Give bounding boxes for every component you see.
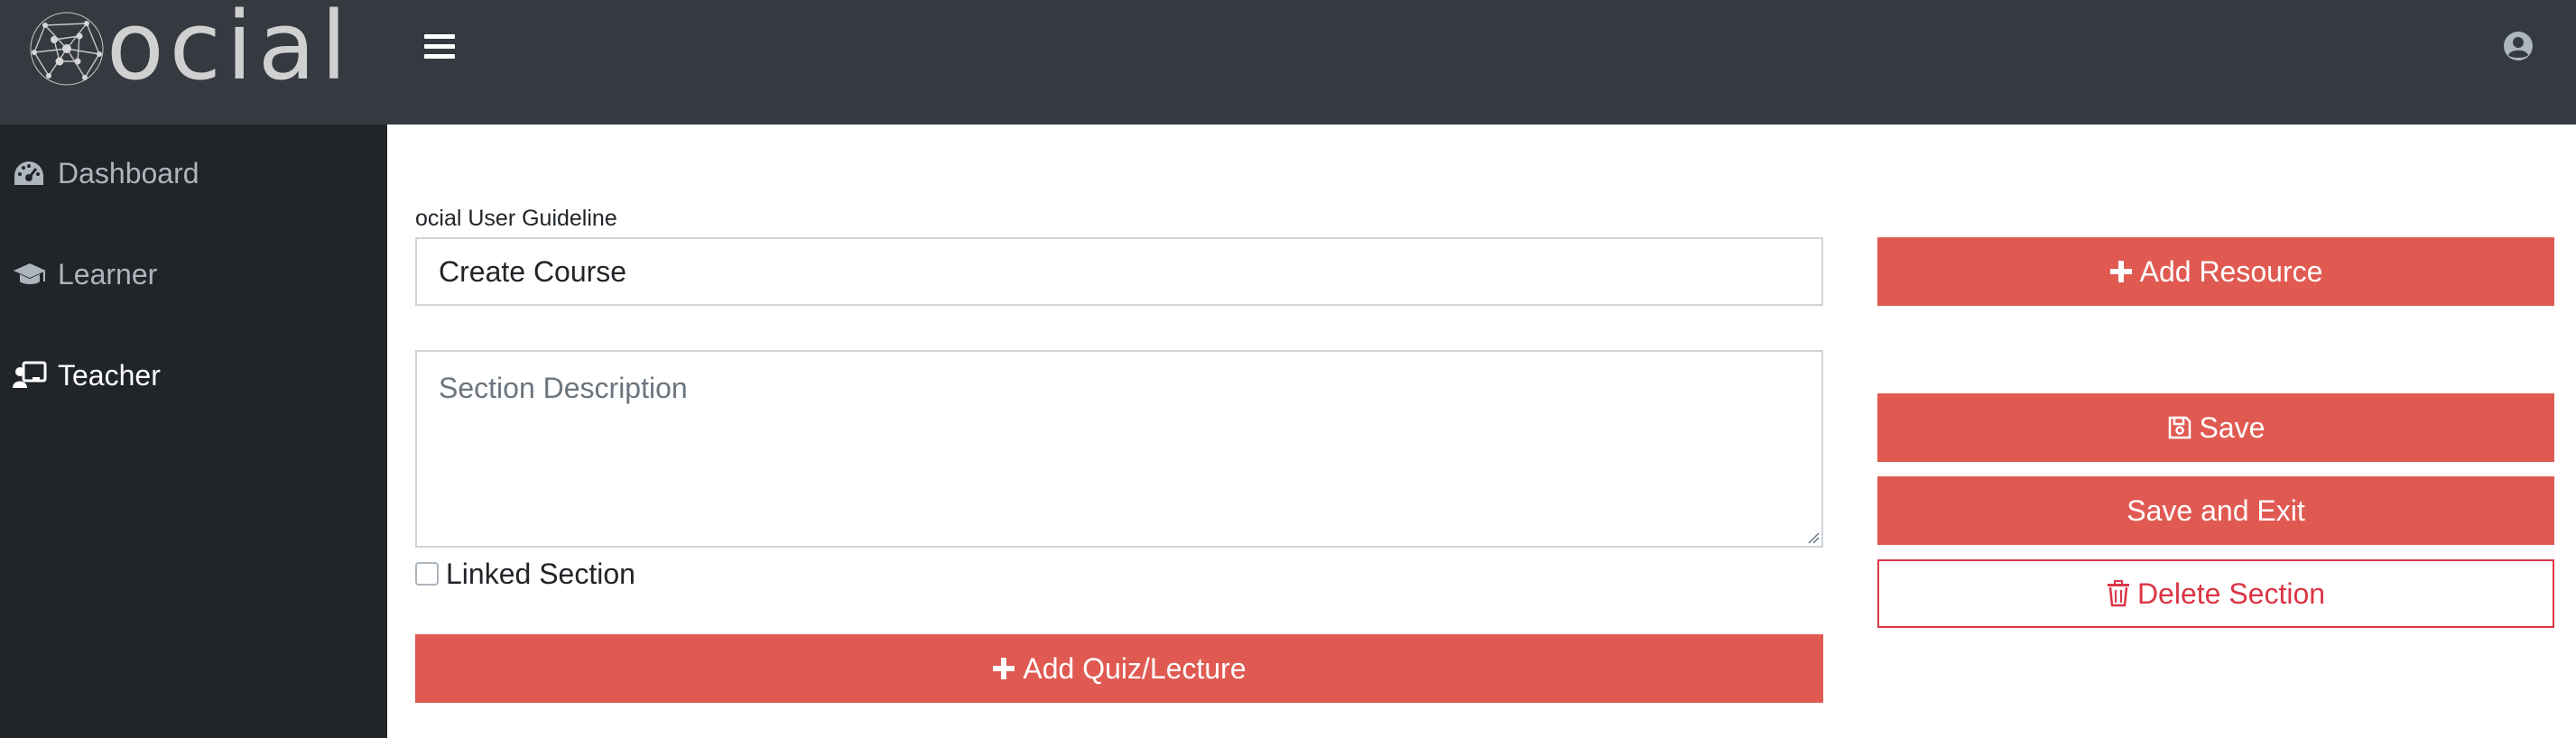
linked-section-checkbox[interactable] <box>415 562 439 586</box>
add-quiz-lecture-button[interactable]: Add Quiz/Lecture <box>415 634 1823 703</box>
sidebar-item-teacher[interactable]: Teacher <box>13 348 161 402</box>
section-description-placeholder: Section Description <box>439 372 688 404</box>
brand-logo[interactable]: ocial <box>27 0 353 101</box>
section-title-input[interactable]: Create Course <box>415 237 1823 306</box>
add-quiz-lecture-label: Add Quiz/Lecture <box>1023 651 1246 685</box>
hamburger-line <box>424 44 455 49</box>
chalkboard-teacher-icon <box>13 360 47 391</box>
sidebar-item-learner[interactable]: Learner <box>13 247 157 301</box>
graduation-cap-icon <box>13 259 47 290</box>
linked-section-row: Linked Section <box>415 556 635 592</box>
user-circle-icon[interactable] <box>2503 31 2534 61</box>
save-and-exit-label: Save and Exit <box>2127 494 2305 527</box>
sidebar-item-label: Dashboard <box>58 156 199 189</box>
save-label: Save <box>2199 411 2266 444</box>
save-button[interactable]: Save <box>1877 393 2554 462</box>
top-navbar: ocial <box>0 0 2576 125</box>
sidebar-item-label: Learner <box>58 257 158 291</box>
network-logo-icon <box>30 12 104 86</box>
trash-icon <box>2107 580 2130 607</box>
tachometer-icon <box>13 158 47 189</box>
delete-section-label: Delete Section <box>2136 577 2326 610</box>
plus-icon <box>992 657 1015 680</box>
linked-section-label[interactable]: Linked Section <box>446 558 635 591</box>
add-resource-label: Add Resource <box>2139 254 2323 288</box>
plus-icon <box>2109 260 2133 283</box>
save-and-exit-button[interactable]: Save and Exit <box>1877 476 2554 545</box>
section-description-textarea[interactable]: Section Description <box>415 350 1823 548</box>
sidebar-item-label: Teacher <box>58 358 161 392</box>
delete-section-button[interactable]: Delete Section <box>1877 559 2554 628</box>
floppy-disk-icon <box>2167 415 2192 440</box>
course-title-label: ocial User Guideline <box>415 206 617 231</box>
add-resource-button[interactable]: Add Resource <box>1877 237 2554 306</box>
hamburger-icon <box>424 34 455 39</box>
sidebar: Dashboard Learner Teacher <box>0 125 387 738</box>
sidebar-item-dashboard[interactable]: Dashboard <box>13 146 199 200</box>
sidebar-toggle-button[interactable] <box>424 34 455 63</box>
resize-handle-icon[interactable] <box>1805 530 1820 544</box>
brand-logo-text: ocial <box>107 0 353 101</box>
hamburger-line <box>424 54 455 59</box>
